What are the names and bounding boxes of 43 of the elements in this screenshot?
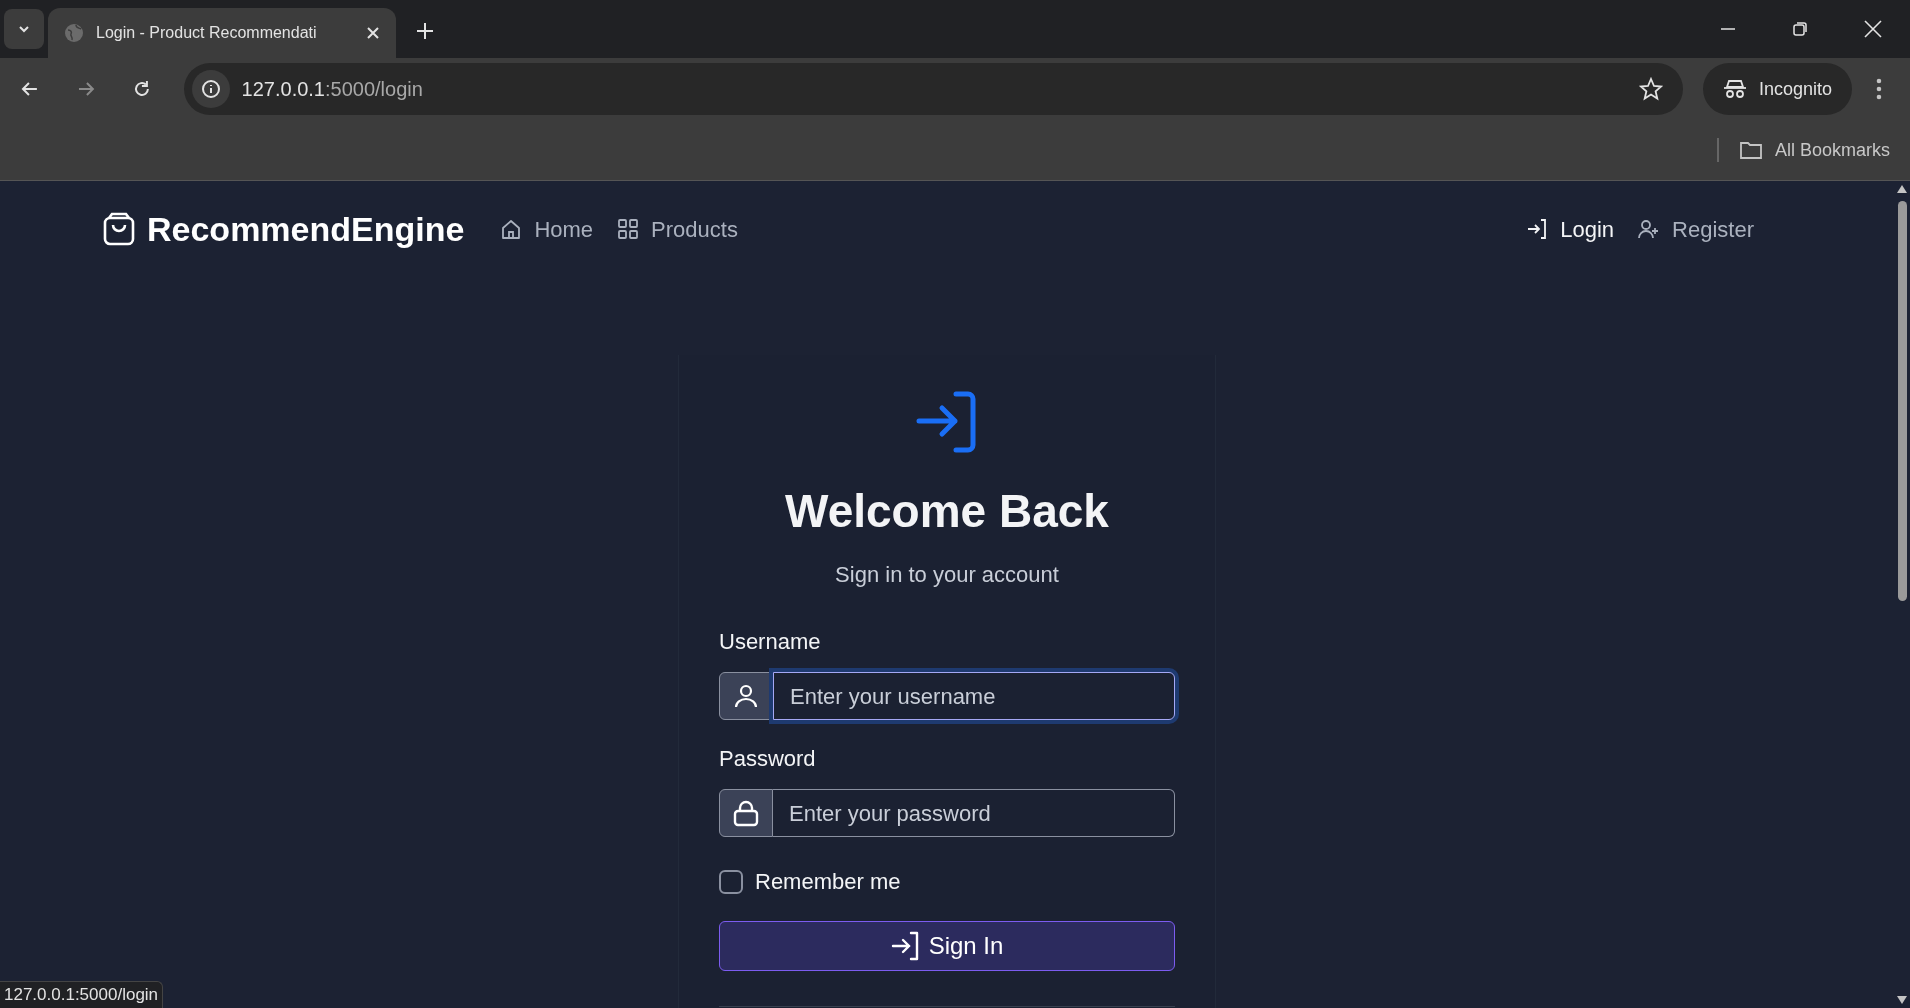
star-icon[interactable] <box>1639 77 1663 101</box>
incognito-button[interactable]: Incognito <box>1703 63 1853 115</box>
user-plus-icon <box>1638 218 1661 240</box>
user-icon <box>732 682 760 710</box>
address-bar[interactable]: 127.0.0.1:5000/login <box>183 63 1683 115</box>
status-bubble: 127.0.0.1:5000/login <box>0 981 164 1008</box>
scrollbar-thumb[interactable] <box>1897 201 1907 601</box>
restore-icon[interactable] <box>1792 21 1808 37</box>
home-icon <box>500 218 523 240</box>
brand-name[interactable]: RecommendEngine <box>147 203 465 255</box>
menu-icon[interactable] <box>1876 78 1882 100</box>
close-icon[interactable] <box>1864 20 1882 38</box>
card-subtitle: Sign in to your account <box>835 561 1059 589</box>
checkbox-label[interactable]: Remember me <box>755 865 901 898</box>
nav-link[interactable]: Products <box>617 212 738 246</box>
browser-tab[interactable]: Login - Product Recommendati <box>48 8 396 58</box>
incognito-icon <box>1723 78 1747 100</box>
shopping-bag-icon <box>103 212 135 246</box>
login-arrow-icon <box>890 931 921 961</box>
lock-icon <box>732 799 760 827</box>
nav-link[interactable]: Register <box>1638 212 1754 246</box>
input-field[interactable]: Enter your password <box>773 789 1175 837</box>
field-label: Password <box>719 745 817 773</box>
info-icon[interactable] <box>200 79 221 99</box>
scroll-down-icon[interactable] <box>1897 996 1907 1004</box>
login-arrow-icon <box>916 391 978 453</box>
new-tab-icon[interactable] <box>416 22 434 40</box>
scroll-up-icon[interactable] <box>1897 185 1907 193</box>
sign-in-button[interactable]: Sign In <box>719 921 1175 971</box>
tab-title: Login - Product Recommendati <box>96 23 318 43</box>
field-label: Username <box>719 628 822 656</box>
login-arrow-icon <box>1526 218 1549 240</box>
nav-link[interactable]: Login <box>1526 212 1615 246</box>
checkbox[interactable] <box>719 869 743 894</box>
bookmarks-button[interactable]: All Bookmarks <box>1738 136 1890 164</box>
grid-icon <box>617 218 640 240</box>
input-field[interactable]: Enter your username <box>773 672 1175 720</box>
globe-icon <box>64 23 84 43</box>
card-title: Welcome Back <box>785 484 1109 539</box>
close-icon[interactable] <box>366 26 380 40</box>
url-text: 127.0.0.1:5000/login <box>241 77 423 102</box>
folder-icon <box>1738 140 1763 160</box>
nav-link[interactable]: Home <box>500 212 594 246</box>
